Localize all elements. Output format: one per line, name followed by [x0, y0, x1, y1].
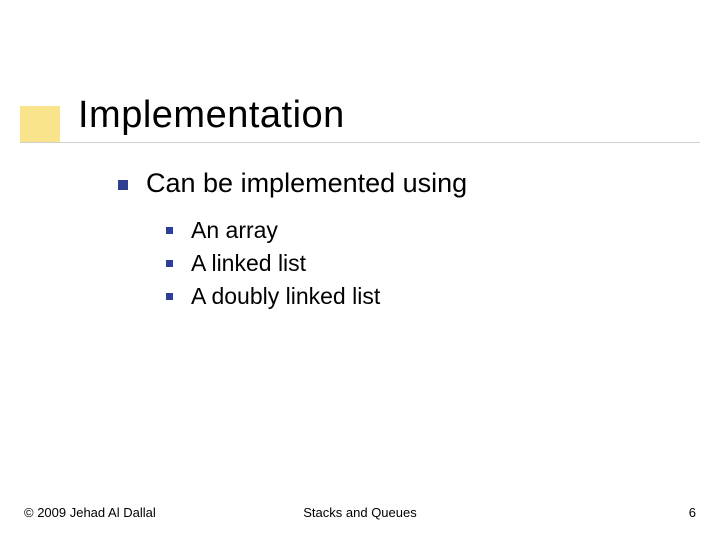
bullet-level2: An array [166, 217, 467, 244]
footer-page-number: 6 [689, 505, 696, 520]
level2-text: An array [191, 217, 278, 244]
square-bullet-icon [166, 227, 173, 234]
square-bullet-icon [166, 260, 173, 267]
square-bullet-icon [118, 180, 128, 190]
slide-title: Implementation [78, 94, 345, 137]
level1-text: Can be implemented using [146, 168, 467, 199]
bullet-level2: A linked list [166, 250, 467, 277]
sub-bullets: An array A linked list A doubly linked l… [166, 217, 467, 310]
square-bullet-icon [166, 293, 173, 300]
footer-title: Stacks and Queues [0, 505, 720, 520]
slide-body: Can be implemented using An array A link… [118, 168, 467, 316]
level2-text: A doubly linked list [191, 283, 380, 310]
level2-text: A linked list [191, 250, 306, 277]
bullet-level2: A doubly linked list [166, 283, 467, 310]
title-underline [20, 142, 700, 143]
slide: Implementation Can be implemented using … [0, 0, 720, 540]
title-accent-bar [20, 106, 60, 142]
bullet-level1: Can be implemented using [118, 168, 467, 199]
